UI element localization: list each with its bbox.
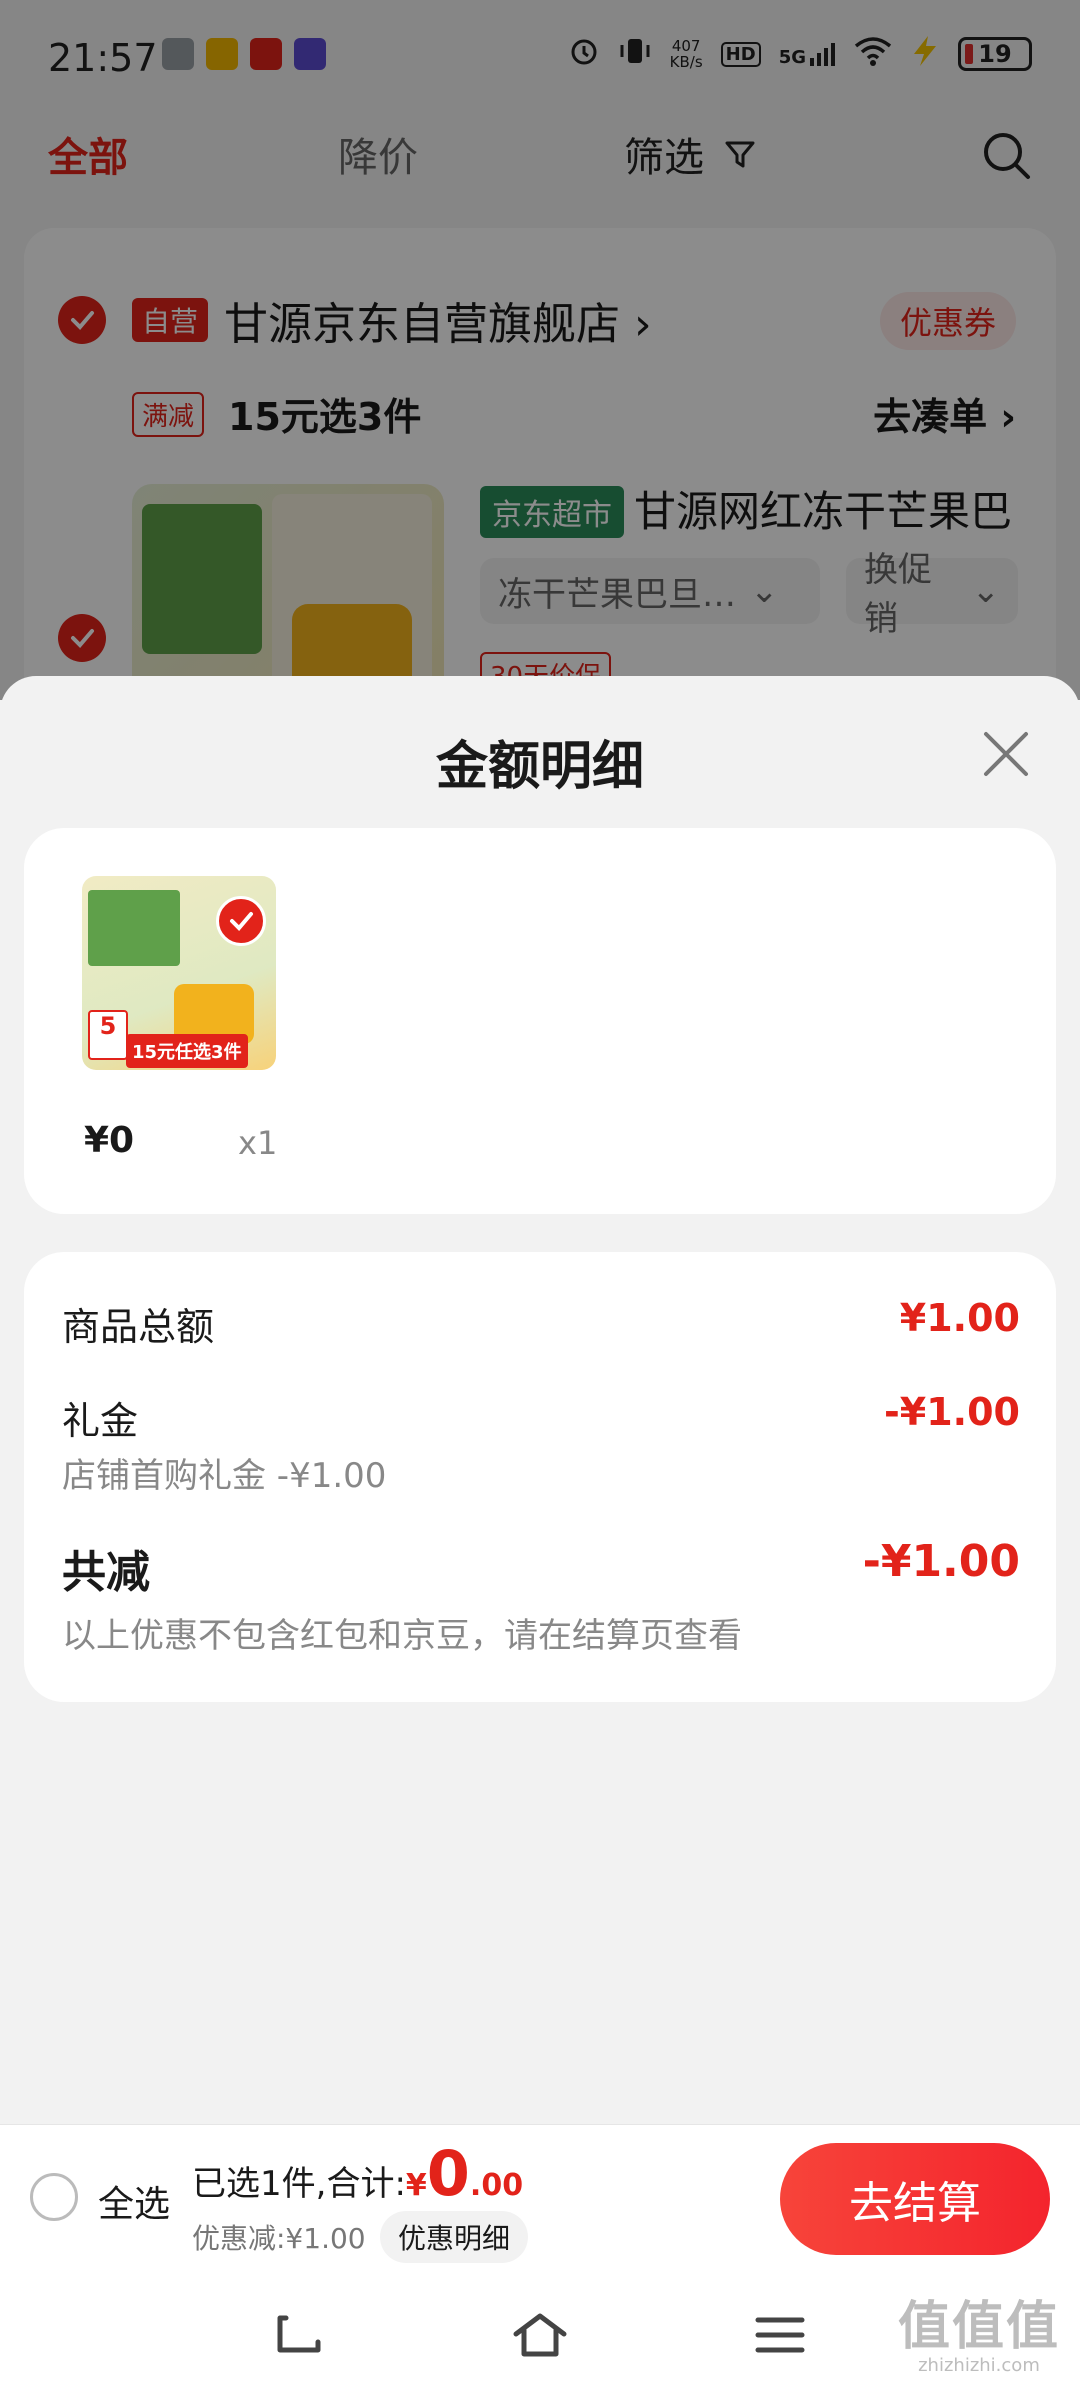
- menu-icon[interactable]: [752, 2310, 808, 2360]
- modal-overlay[interactable]: [0, 0, 1080, 700]
- system-nav-bar: 值值值 zhizhizhi.com: [0, 2270, 1080, 2400]
- total-reduce-label: 共减: [62, 1547, 150, 1598]
- sheet-title: 金额明细: [435, 737, 644, 797]
- total-reduce-value: -¥1.00: [862, 1536, 1020, 1587]
- thumbnail-label-area: [88, 890, 180, 966]
- gift-label: 礼金: [62, 1399, 139, 1443]
- checkout-button[interactable]: 去结算: [780, 2143, 1050, 2255]
- amount-detail-sheet: 金额明细 5 15元任选3件 ¥0 x1 商品总额 ¥1.00 礼金 -¥1.0…: [0, 676, 1080, 2128]
- thumbnail-badge: 5: [88, 1010, 128, 1060]
- amount-detail-card: 商品总额 ¥1.00 礼金 -¥1.00 店铺首购礼金 -¥1.00 共减 -¥…: [24, 1252, 1056, 1702]
- checkout-bar: 全选 已选1件,合计: ¥ 0 .00 优惠减:¥1.00 优惠明细 去结算: [0, 2124, 1080, 2270]
- gift-sub-text: 店铺首购礼金 -¥1.00: [62, 1456, 387, 1496]
- select-all-label[interactable]: 全选: [98, 2175, 170, 2227]
- total-amount-decimal: .00: [469, 2168, 524, 2203]
- discount-amount: 优惠减:¥1.00: [192, 2222, 366, 2255]
- watermark-url: zhizhizhi.com: [918, 2355, 1040, 2376]
- discount-note: 以上优惠不包含红包和京豆，请在结算页查看: [62, 1616, 742, 1656]
- selected-summary: 已选1件,合计: ¥ 0 .00: [192, 2143, 523, 2205]
- cart-page-background: 21:57 407 KB/s HD 5G 19 全部 降价 筛选 自营 甘源京东…: [0, 0, 1080, 748]
- item-price: ¥0: [84, 1120, 135, 1161]
- total-amount-integer: 0: [426, 2137, 470, 2210]
- watermark-logo-text: 值值值: [897, 2297, 1060, 2357]
- home-icon[interactable]: [512, 2310, 568, 2360]
- promo-detail-button[interactable]: 优惠明细: [380, 2211, 529, 2263]
- selected-count-text: 已选1件,合计:: [192, 2164, 406, 2204]
- gift-value: -¥1.00: [884, 1390, 1020, 1434]
- thumbnail-banner: 15元任选3件: [126, 1034, 248, 1068]
- back-icon[interactable]: [272, 2310, 328, 2360]
- select-all-radio[interactable]: [30, 2173, 78, 2221]
- goods-total-label: 商品总额: [62, 1305, 215, 1349]
- item-thumbnail[interactable]: 5 15元任选3件: [82, 876, 276, 1070]
- check-icon: [230, 912, 253, 931]
- item-selected-check: [216, 896, 266, 946]
- total-currency: ¥: [405, 2168, 427, 2203]
- close-icon[interactable]: [978, 726, 1034, 782]
- watermark: 值值值 zhizhizhi.com: [898, 2284, 1060, 2376]
- goods-total-value: ¥1.00: [899, 1296, 1020, 1340]
- item-quantity: x1: [238, 1124, 278, 1162]
- selected-items-card: 5 15元任选3件 ¥0 x1: [24, 828, 1056, 1214]
